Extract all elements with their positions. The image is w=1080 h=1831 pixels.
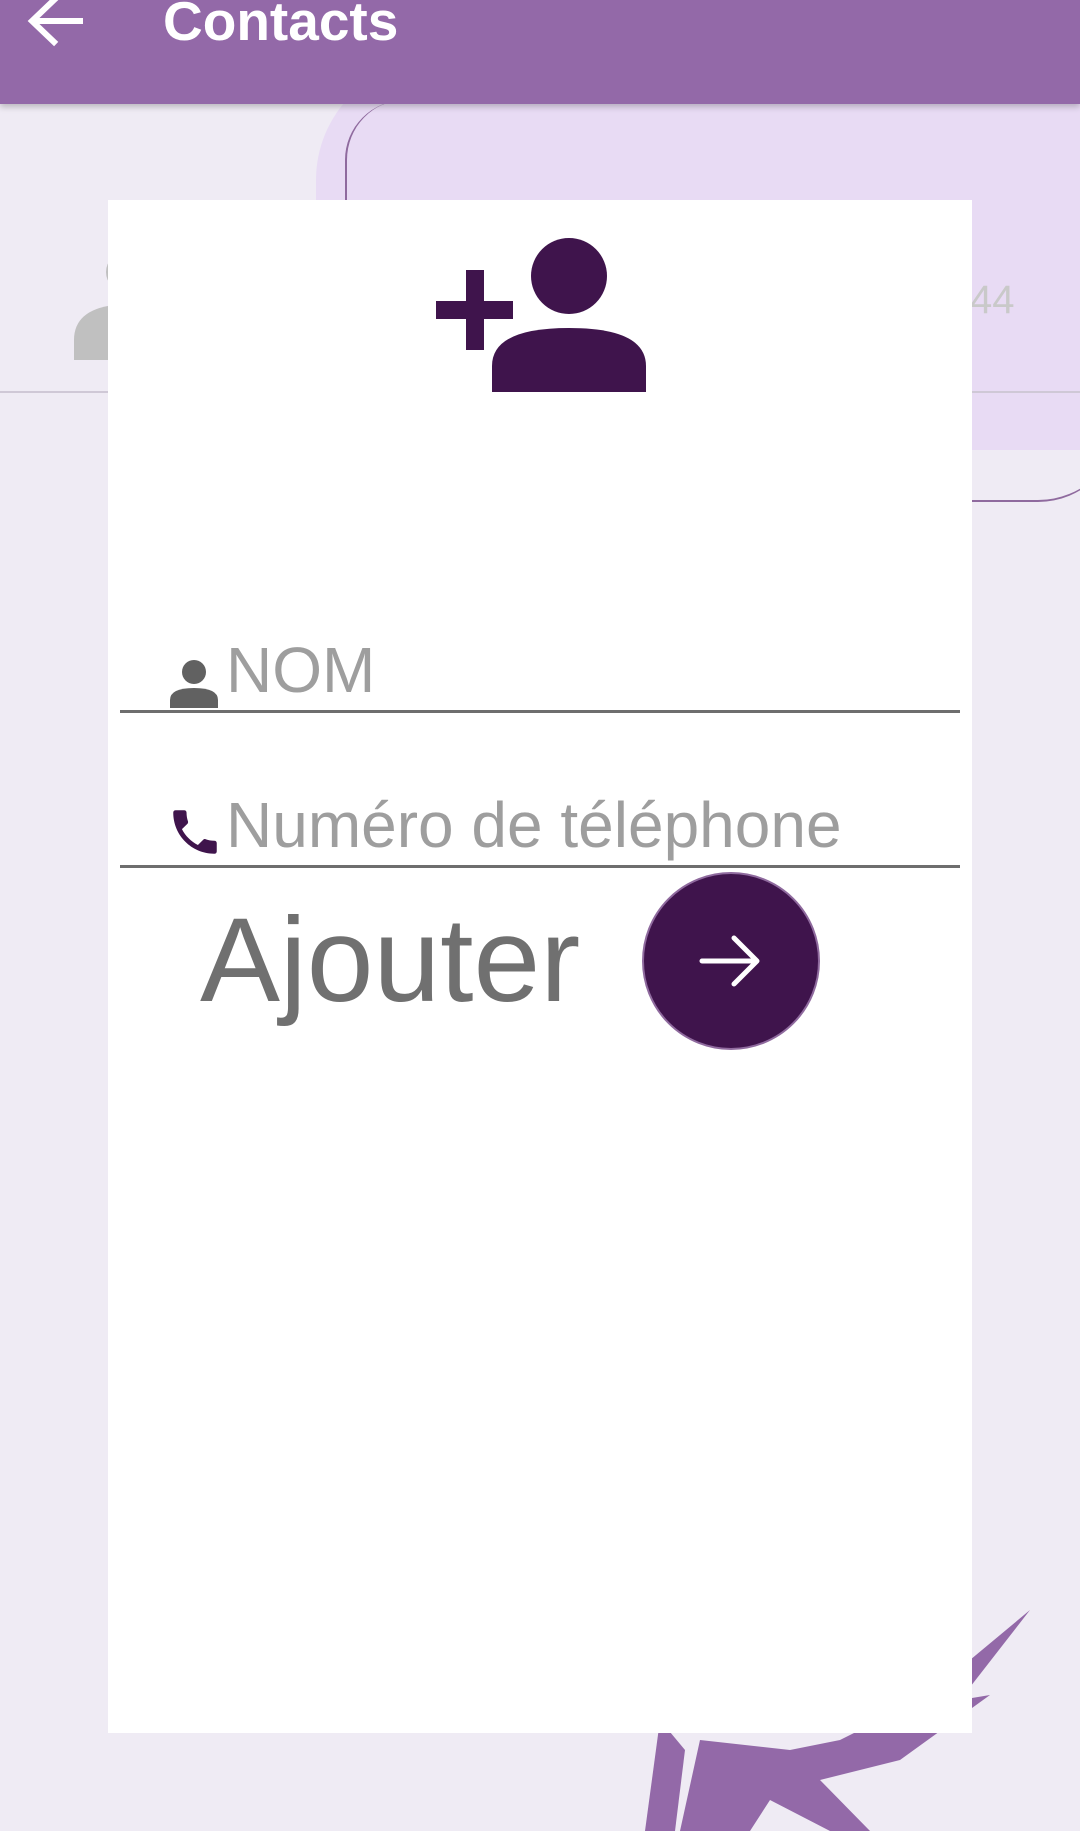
submit-button[interactable]: [642, 872, 820, 1050]
phone-input[interactable]: [226, 787, 926, 863]
person-icon: [168, 658, 220, 710]
arrow-left-icon: [27, 0, 83, 47]
phone-field: [120, 775, 960, 868]
arrow-right-icon: [699, 935, 760, 987]
page-title: Contacts: [163, 0, 399, 52]
back-button[interactable]: [22, 0, 92, 54]
contacts-screen: 44 Contacts NOM Numéro de téléphone Ajou…: [0, 0, 1080, 1831]
name-field: [120, 620, 960, 713]
add-contact-dialog: Ajouter: [108, 200, 972, 1733]
app-bar: Contacts: [0, 0, 1080, 104]
person-add-icon: [436, 236, 654, 392]
name-input[interactable]: [226, 632, 926, 708]
background-list-time: 44: [970, 278, 1015, 322]
phone-icon: [166, 803, 224, 861]
submit-label: Ajouter: [200, 893, 581, 1027]
